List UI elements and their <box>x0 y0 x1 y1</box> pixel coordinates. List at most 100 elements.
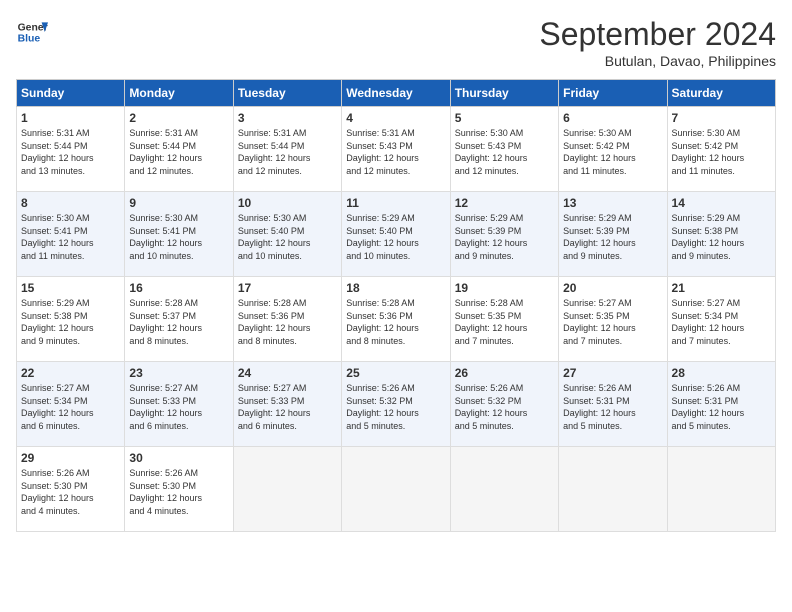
day-info: Sunrise: 5:26 AM Sunset: 5:30 PM Dayligh… <box>129 467 228 517</box>
day-number: 8 <box>21 196 120 210</box>
day-number: 29 <box>21 451 120 465</box>
day-number: 20 <box>563 281 662 295</box>
day-cell-4: 4 Sunrise: 5:31 AM Sunset: 5:43 PM Dayli… <box>342 107 450 192</box>
day-number: 10 <box>238 196 337 210</box>
day-cell-13: 13 Sunrise: 5:29 AM Sunset: 5:39 PM Dayl… <box>559 192 667 277</box>
day-info: Sunrise: 5:31 AM Sunset: 5:44 PM Dayligh… <box>21 127 120 177</box>
title-block: September 2024 Butulan, Davao, Philippin… <box>539 16 776 69</box>
day-cell-5: 5 Sunrise: 5:30 AM Sunset: 5:43 PM Dayli… <box>450 107 558 192</box>
calendar-week: 22 Sunrise: 5:27 AM Sunset: 5:34 PM Dayl… <box>17 362 776 447</box>
calendar-week: 8 Sunrise: 5:30 AM Sunset: 5:41 PM Dayli… <box>17 192 776 277</box>
header-thursday: Thursday <box>450 80 558 107</box>
day-info: Sunrise: 5:27 AM Sunset: 5:34 PM Dayligh… <box>21 382 120 432</box>
logo: General Blue <box>16 16 48 48</box>
day-cell-8: 8 Sunrise: 5:30 AM Sunset: 5:41 PM Dayli… <box>17 192 125 277</box>
empty-cell <box>233 447 341 532</box>
day-number: 6 <box>563 111 662 125</box>
day-info: Sunrise: 5:30 AM Sunset: 5:43 PM Dayligh… <box>455 127 554 177</box>
logo-icon: General Blue <box>16 16 48 48</box>
day-number: 4 <box>346 111 445 125</box>
day-cell-19: 19 Sunrise: 5:28 AM Sunset: 5:35 PM Dayl… <box>450 277 558 362</box>
day-number: 30 <box>129 451 228 465</box>
empty-cell <box>559 447 667 532</box>
weekday-header-row: Sunday Monday Tuesday Wednesday Thursday… <box>17 80 776 107</box>
calendar-week: 29 Sunrise: 5:26 AM Sunset: 5:30 PM Dayl… <box>17 447 776 532</box>
day-cell-25: 25 Sunrise: 5:26 AM Sunset: 5:32 PM Dayl… <box>342 362 450 447</box>
day-info: Sunrise: 5:30 AM Sunset: 5:42 PM Dayligh… <box>672 127 771 177</box>
day-cell-30: 30 Sunrise: 5:26 AM Sunset: 5:30 PM Dayl… <box>125 447 233 532</box>
day-info: Sunrise: 5:30 AM Sunset: 5:40 PM Dayligh… <box>238 212 337 262</box>
day-info: Sunrise: 5:27 AM Sunset: 5:33 PM Dayligh… <box>238 382 337 432</box>
day-number: 26 <box>455 366 554 380</box>
day-cell-20: 20 Sunrise: 5:27 AM Sunset: 5:35 PM Dayl… <box>559 277 667 362</box>
day-number: 17 <box>238 281 337 295</box>
day-info: Sunrise: 5:28 AM Sunset: 5:35 PM Dayligh… <box>455 297 554 347</box>
day-info: Sunrise: 5:29 AM Sunset: 5:38 PM Dayligh… <box>672 212 771 262</box>
day-info: Sunrise: 5:28 AM Sunset: 5:36 PM Dayligh… <box>346 297 445 347</box>
day-info: Sunrise: 5:31 AM Sunset: 5:44 PM Dayligh… <box>129 127 228 177</box>
day-cell-28: 28 Sunrise: 5:26 AM Sunset: 5:31 PM Dayl… <box>667 362 775 447</box>
day-cell-2: 2 Sunrise: 5:31 AM Sunset: 5:44 PM Dayli… <box>125 107 233 192</box>
day-number: 23 <box>129 366 228 380</box>
day-number: 5 <box>455 111 554 125</box>
day-cell-24: 24 Sunrise: 5:27 AM Sunset: 5:33 PM Dayl… <box>233 362 341 447</box>
day-cell-12: 12 Sunrise: 5:29 AM Sunset: 5:39 PM Dayl… <box>450 192 558 277</box>
day-number: 28 <box>672 366 771 380</box>
day-number: 22 <box>21 366 120 380</box>
day-number: 27 <box>563 366 662 380</box>
day-cell-11: 11 Sunrise: 5:29 AM Sunset: 5:40 PM Dayl… <box>342 192 450 277</box>
header-wednesday: Wednesday <box>342 80 450 107</box>
day-number: 15 <box>21 281 120 295</box>
month-title: September 2024 <box>539 16 776 53</box>
day-number: 13 <box>563 196 662 210</box>
day-number: 1 <box>21 111 120 125</box>
day-info: Sunrise: 5:28 AM Sunset: 5:36 PM Dayligh… <box>238 297 337 347</box>
day-info: Sunrise: 5:26 AM Sunset: 5:30 PM Dayligh… <box>21 467 120 517</box>
day-info: Sunrise: 5:31 AM Sunset: 5:43 PM Dayligh… <box>346 127 445 177</box>
day-info: Sunrise: 5:30 AM Sunset: 5:41 PM Dayligh… <box>129 212 228 262</box>
day-number: 18 <box>346 281 445 295</box>
day-info: Sunrise: 5:30 AM Sunset: 5:41 PM Dayligh… <box>21 212 120 262</box>
day-info: Sunrise: 5:26 AM Sunset: 5:32 PM Dayligh… <box>346 382 445 432</box>
day-cell-1: 1 Sunrise: 5:31 AM Sunset: 5:44 PM Dayli… <box>17 107 125 192</box>
day-cell-23: 23 Sunrise: 5:27 AM Sunset: 5:33 PM Dayl… <box>125 362 233 447</box>
day-info: Sunrise: 5:29 AM Sunset: 5:39 PM Dayligh… <box>455 212 554 262</box>
day-info: Sunrise: 5:27 AM Sunset: 5:33 PM Dayligh… <box>129 382 228 432</box>
day-info: Sunrise: 5:26 AM Sunset: 5:31 PM Dayligh… <box>672 382 771 432</box>
header-friday: Friday <box>559 80 667 107</box>
day-cell-16: 16 Sunrise: 5:28 AM Sunset: 5:37 PM Dayl… <box>125 277 233 362</box>
day-info: Sunrise: 5:29 AM Sunset: 5:39 PM Dayligh… <box>563 212 662 262</box>
day-info: Sunrise: 5:26 AM Sunset: 5:32 PM Dayligh… <box>455 382 554 432</box>
day-cell-29: 29 Sunrise: 5:26 AM Sunset: 5:30 PM Dayl… <box>17 447 125 532</box>
day-cell-3: 3 Sunrise: 5:31 AM Sunset: 5:44 PM Dayli… <box>233 107 341 192</box>
day-cell-18: 18 Sunrise: 5:28 AM Sunset: 5:36 PM Dayl… <box>342 277 450 362</box>
day-number: 14 <box>672 196 771 210</box>
day-cell-15: 15 Sunrise: 5:29 AM Sunset: 5:38 PM Dayl… <box>17 277 125 362</box>
day-number: 16 <box>129 281 228 295</box>
day-cell-9: 9 Sunrise: 5:30 AM Sunset: 5:41 PM Dayli… <box>125 192 233 277</box>
day-info: Sunrise: 5:31 AM Sunset: 5:44 PM Dayligh… <box>238 127 337 177</box>
day-number: 19 <box>455 281 554 295</box>
day-cell-6: 6 Sunrise: 5:30 AM Sunset: 5:42 PM Dayli… <box>559 107 667 192</box>
day-number: 21 <box>672 281 771 295</box>
day-info: Sunrise: 5:27 AM Sunset: 5:34 PM Dayligh… <box>672 297 771 347</box>
day-cell-10: 10 Sunrise: 5:30 AM Sunset: 5:40 PM Dayl… <box>233 192 341 277</box>
day-info: Sunrise: 5:26 AM Sunset: 5:31 PM Dayligh… <box>563 382 662 432</box>
calendar-week: 15 Sunrise: 5:29 AM Sunset: 5:38 PM Dayl… <box>17 277 776 362</box>
day-number: 3 <box>238 111 337 125</box>
day-info: Sunrise: 5:27 AM Sunset: 5:35 PM Dayligh… <box>563 297 662 347</box>
location: Butulan, Davao, Philippines <box>539 53 776 69</box>
day-info: Sunrise: 5:28 AM Sunset: 5:37 PM Dayligh… <box>129 297 228 347</box>
day-info: Sunrise: 5:29 AM Sunset: 5:40 PM Dayligh… <box>346 212 445 262</box>
day-cell-7: 7 Sunrise: 5:30 AM Sunset: 5:42 PM Dayli… <box>667 107 775 192</box>
day-number: 11 <box>346 196 445 210</box>
header-sunday: Sunday <box>17 80 125 107</box>
day-cell-22: 22 Sunrise: 5:27 AM Sunset: 5:34 PM Dayl… <box>17 362 125 447</box>
day-info: Sunrise: 5:29 AM Sunset: 5:38 PM Dayligh… <box>21 297 120 347</box>
day-cell-17: 17 Sunrise: 5:28 AM Sunset: 5:36 PM Dayl… <box>233 277 341 362</box>
header-tuesday: Tuesday <box>233 80 341 107</box>
day-number: 24 <box>238 366 337 380</box>
page-header: General Blue September 2024 Butulan, Dav… <box>16 16 776 69</box>
day-number: 12 <box>455 196 554 210</box>
header-monday: Monday <box>125 80 233 107</box>
